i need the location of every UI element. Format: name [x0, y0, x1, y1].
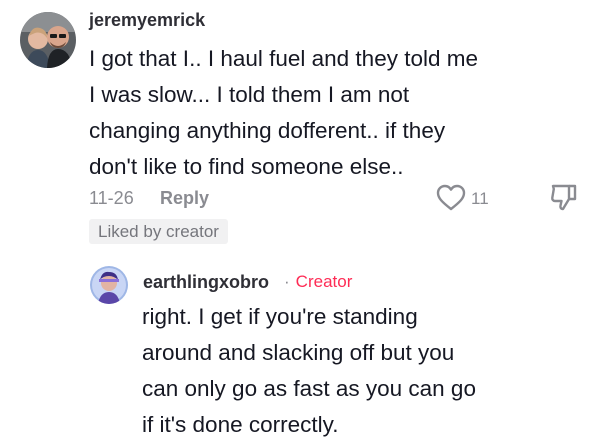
liked-by-creator-badge: Liked by creator: [89, 219, 228, 244]
reply-avatar[interactable]: [90, 266, 128, 304]
commenter-avatar[interactable]: [20, 12, 76, 68]
reply-text-line: around and slacking off but you: [142, 340, 455, 365]
comment-text-line: I was slow... I told them I am not: [89, 82, 410, 107]
comment-text-line: don't like to find someone else..: [89, 154, 404, 179]
user-photo-avatar-icon: [90, 266, 128, 304]
reply-text-line: right. I get if you're standing: [142, 304, 418, 329]
separator-dot: ·: [284, 272, 290, 291]
reply-username[interactable]: earthlingxobro: [143, 272, 269, 293]
reply-text: right. I get if you're standing around a…: [142, 299, 562, 443]
user-photo-avatar-icon: [20, 12, 76, 68]
comment-text-line: I got that I.. I haul fuel and they told…: [89, 46, 478, 71]
creator-label: Creator: [295, 272, 353, 291]
comment-date: 11-26: [89, 188, 134, 208]
commenter-username[interactable]: jeremyemrick: [89, 10, 205, 31]
reply-button[interactable]: Reply: [160, 188, 209, 209]
reply-text-line: if it's done correctly.: [142, 412, 339, 437]
creator-tag: · Creator: [284, 272, 352, 292]
heart-outline-icon[interactable]: [436, 184, 466, 212]
thumbs-down-outline-icon[interactable]: [550, 182, 578, 212]
comment-text: I got that I.. I haul fuel and they told…: [89, 41, 559, 185]
reply-text-line: can only go as fast as you can go: [142, 376, 476, 401]
comment-text-line: changing anything dofferent.. if they: [89, 118, 446, 143]
like-count: 11: [471, 189, 489, 208]
